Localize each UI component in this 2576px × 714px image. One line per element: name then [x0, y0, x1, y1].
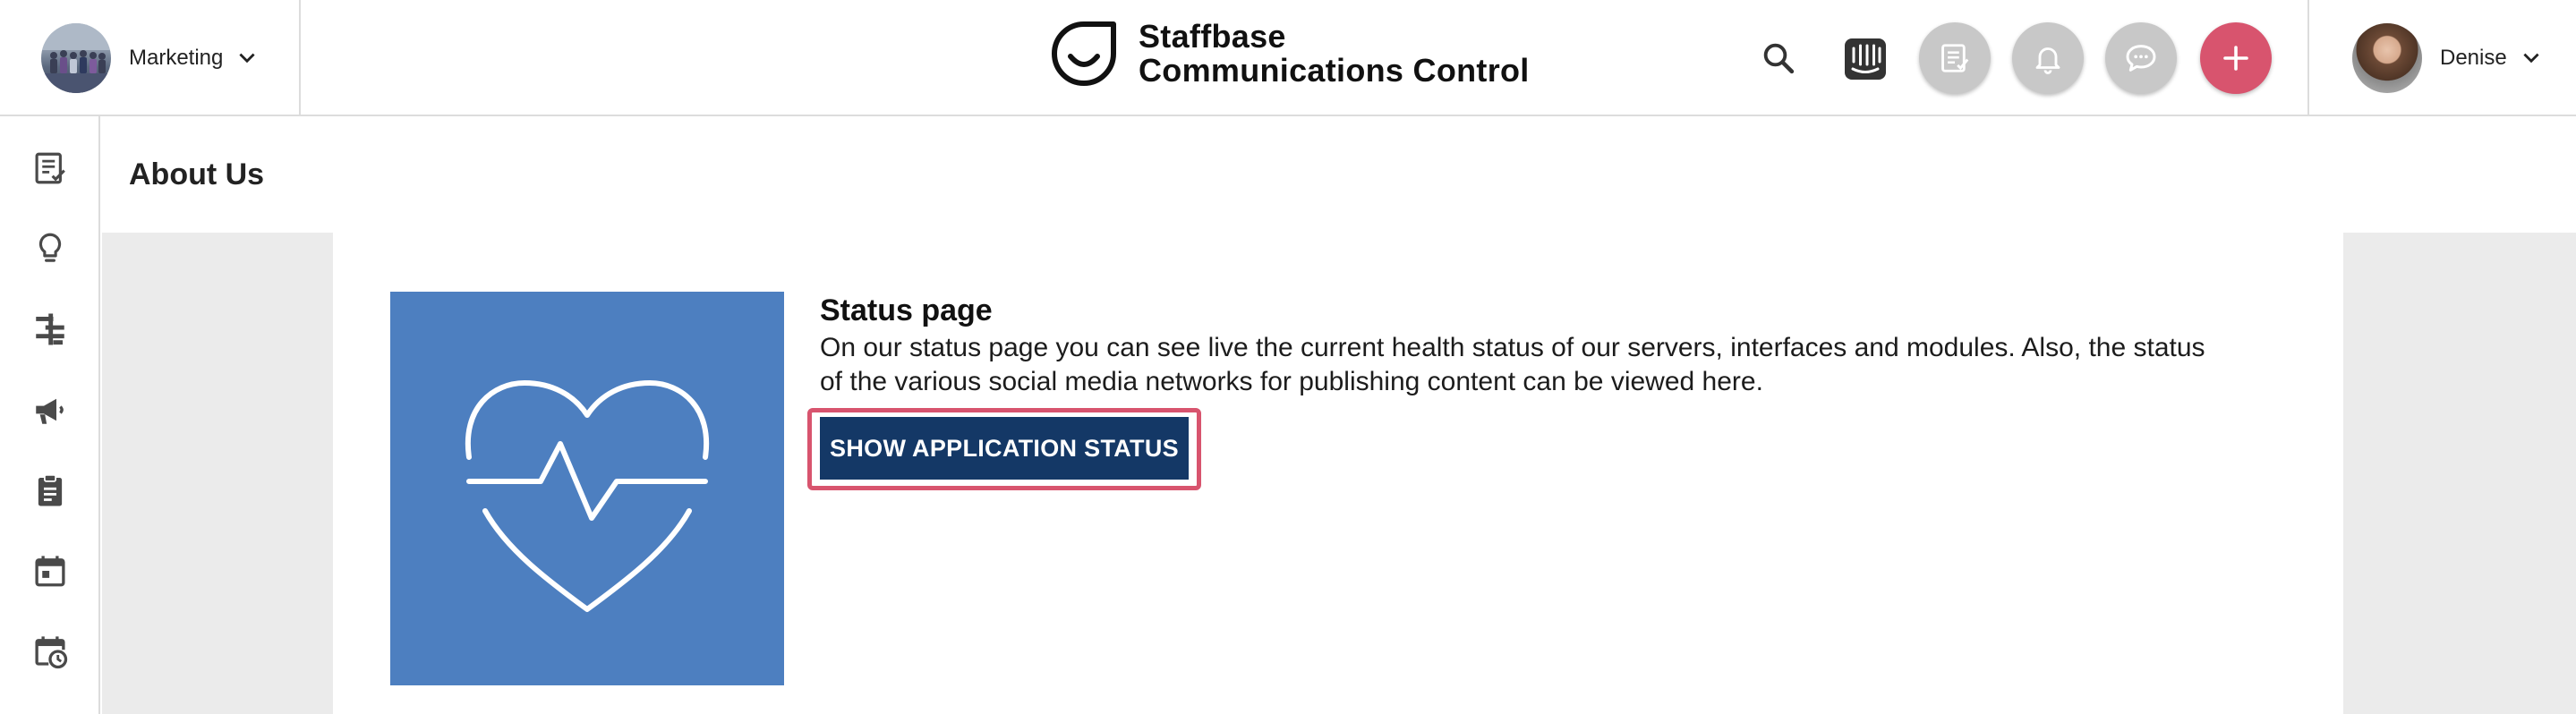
header-divider-left	[299, 0, 301, 116]
user-menu[interactable]: Denise	[2352, 21, 2543, 95]
sidebar	[0, 116, 100, 714]
create-button[interactable]	[2200, 22, 2272, 94]
chevron-down-icon	[239, 53, 255, 64]
page-title: About Us	[129, 157, 265, 191]
intercom-icon	[1845, 38, 1886, 80]
search-button[interactable]	[1756, 36, 1801, 81]
sidebar-item-schedule[interactable]	[29, 630, 72, 673]
bell-icon	[2035, 47, 2060, 74]
lightbulb-icon	[38, 233, 62, 262]
calendar-icon	[35, 556, 65, 587]
megaphone-icon	[36, 398, 64, 424]
sidebar-item-posts-review[interactable]	[29, 147, 72, 190]
heart-pulse-icon	[465, 380, 710, 612]
brand-name: Staffbase	[1139, 18, 1286, 55]
status-description: On our status page you can see live the …	[820, 333, 2205, 396]
group-avatar	[41, 23, 111, 93]
chat-button[interactable]	[2105, 22, 2177, 94]
intercom-button[interactable]	[1844, 38, 1887, 81]
group-name: Marketing	[129, 46, 224, 70]
brand-product: Communications Control	[1139, 52, 1530, 89]
sidebar-item-hierarchy[interactable]	[29, 308, 72, 351]
search-icon	[1763, 43, 1795, 74]
header-divider-right	[2307, 0, 2309, 116]
chevron-down-icon	[2523, 53, 2539, 64]
news-icon	[1941, 44, 1969, 72]
plus-icon	[2223, 46, 2248, 71]
hierarchy-icon	[36, 313, 64, 345]
sidebar-item-tasks[interactable]	[29, 469, 72, 512]
news-button[interactable]	[1919, 22, 1991, 94]
user-name: Denise	[2440, 46, 2507, 70]
group-switcher[interactable]: Marketing	[41, 21, 259, 95]
staffbase-logo-icon	[1052, 21, 1116, 86]
sidebar-item-calendar[interactable]	[29, 549, 72, 592]
calendar-clock-icon	[35, 636, 68, 669]
posts-review-icon	[35, 152, 65, 184]
avatar	[2352, 23, 2422, 93]
status-tile	[390, 292, 784, 685]
sidebar-item-ideas[interactable]	[29, 227, 72, 270]
clipboard-icon	[38, 473, 63, 506]
top-header: Marketing Staffbase Communications Contr…	[0, 0, 2576, 116]
status-heading: Status page	[820, 293, 993, 327]
sidebar-item-campaigns[interactable]	[29, 388, 72, 431]
chat-icon	[2126, 45, 2156, 72]
brand[interactable]: Staffbase Communications Control	[1047, 16, 1530, 91]
notifications-button[interactable]	[2012, 22, 2084, 94]
show-application-status-button[interactable]: SHOW APPLICATION STATUS	[820, 417, 1189, 480]
